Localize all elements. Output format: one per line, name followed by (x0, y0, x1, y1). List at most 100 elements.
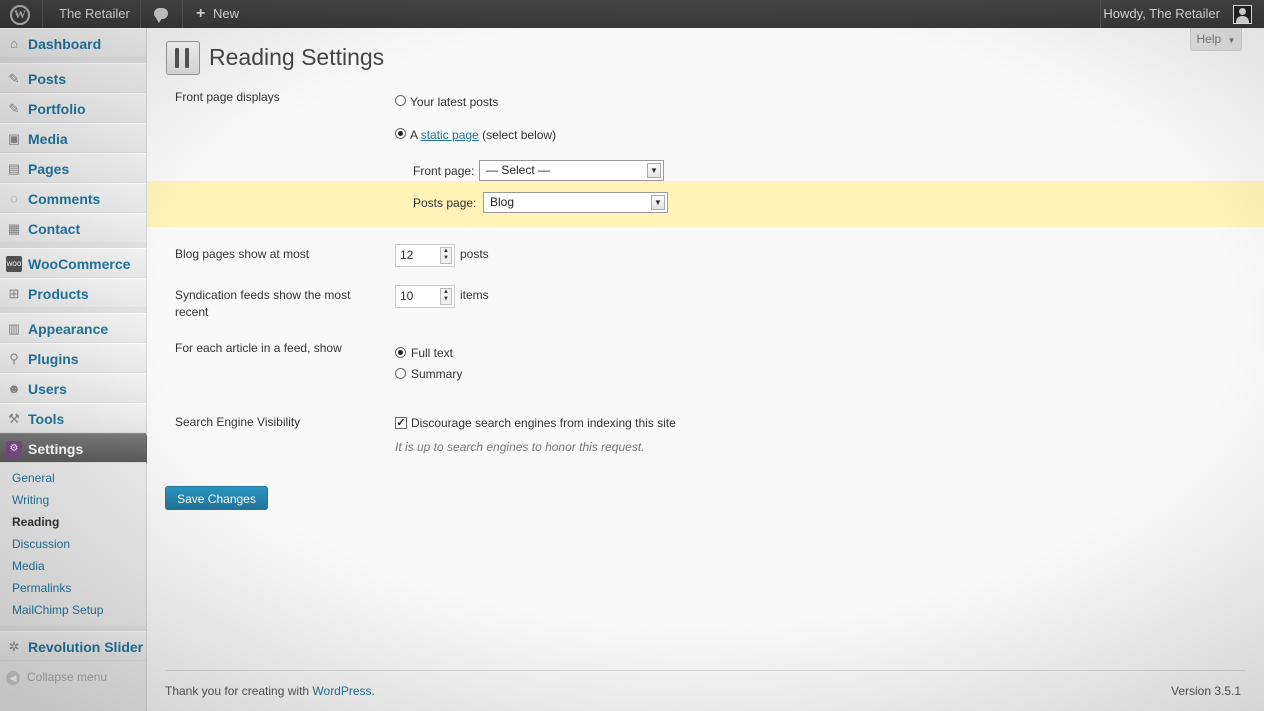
posts-page-select-value: Blog (490, 195, 515, 209)
sidebar-item-appearance[interactable]: ▥ Appearance (0, 313, 146, 343)
sidebar-item-label: Dashboard (28, 36, 102, 52)
new-content-button[interactable]: + New (196, 0, 239, 28)
sidebar-item-products[interactable]: ⊞ Products (0, 278, 146, 308)
submenu-item-mailchimp-setup[interactable]: MailChimp Setup (12, 603, 103, 617)
wordpress-logo-icon[interactable]: W (10, 0, 32, 28)
sidebar-item-label: Portfolio (28, 101, 86, 117)
footer-prefix: Thank you for creating with (165, 684, 313, 698)
home-icon: ⌂ (10, 36, 18, 51)
sidebar-item-label: WooCommerce (28, 256, 131, 272)
syndication-value: 10 (400, 289, 414, 303)
syndication-input[interactable]: 10 ▲ ▼ (395, 285, 455, 308)
admin-bar-divider (182, 0, 183, 28)
sidebar-item-label: Products (28, 286, 89, 302)
full-text-label: Full text (411, 346, 454, 360)
syndication-unit: items (460, 288, 489, 302)
collapse-menu-button[interactable]: ◀ Collapse menu (6, 670, 107, 685)
admin-bar-divider (42, 0, 43, 28)
sidebar-item-portfolio[interactable]: ✎ Portfolio (0, 93, 146, 123)
sidebar-item-posts[interactable]: ✎ Posts (0, 63, 146, 93)
sidebar-item-label: Settings (28, 441, 84, 457)
submenu-item-reading[interactable]: Reading (12, 515, 59, 529)
syndication-label: Syndication feeds show the most recent (175, 288, 351, 319)
sidebar-item-users[interactable]: ☻ Users (0, 373, 146, 403)
feed-article-label: For each article in a feed, show (175, 341, 342, 355)
sidebar-item-label: Users (28, 381, 67, 397)
search-visibility-hint: It is up to search engines to honor this… (395, 440, 645, 454)
sidebar-item-pages[interactable]: ▤ Pages (0, 153, 146, 183)
site-name-link[interactable]: The Retailer (59, 0, 130, 28)
sidebar-item-dashboard[interactable]: ⌂ Dashboard (0, 28, 146, 58)
contact-icon: ▦ (7, 221, 21, 236)
save-changes-button[interactable]: Save Changes (165, 486, 268, 510)
discourage-search-checkbox[interactable]: ✓ (395, 417, 407, 429)
admin-sidebar: ⌂ Dashboard ✎ Posts ✎ Portfolio ▣ Media … (0, 28, 154, 711)
admin-bar-divider (1100, 0, 1101, 28)
sidebar-item-woocommerce[interactable]: woo WooCommerce (0, 248, 146, 278)
sidebar-item-plugins[interactable]: ⚲ Plugins (0, 343, 146, 373)
sidebar-item-comments[interactable]: ◌ Comments (0, 183, 146, 213)
sidebar-item-label: Tools (28, 411, 65, 427)
sidebar-item-label: Posts (28, 71, 67, 87)
tools-icon: ⚒ (8, 411, 20, 426)
spinner-icon[interactable]: ▲ ▼ (440, 288, 452, 305)
sidebar-item-label: Comments (28, 191, 101, 207)
submenu-item-permalinks[interactable]: Permalinks (12, 581, 71, 595)
submenu-item-media[interactable]: Media (12, 559, 45, 573)
settings-page-icon (166, 41, 200, 75)
main-content: Help ▼ Reading Settings Front page displ… (147, 28, 1264, 711)
help-label: Help (1196, 32, 1222, 46)
media-icon: ▣ (7, 131, 21, 146)
sidebar-item-settings[interactable]: ⚙ Settings (0, 433, 154, 464)
collapse-arrow-icon: ◀ (6, 670, 20, 685)
submenu-item-discussion[interactable]: Discussion (12, 537, 70, 551)
posts-page-highlight (147, 181, 1264, 227)
footer-suffix: . (371, 684, 375, 698)
pin-icon: ✎ (8, 71, 20, 86)
latest-posts-radio[interactable] (395, 95, 406, 106)
static-page-prefix: A (410, 128, 421, 142)
collapse-menu-label: Collapse menu (27, 670, 108, 684)
sidebar-item-media[interactable]: ▣ Media (0, 123, 146, 153)
settings-icon: ⚙ (6, 441, 22, 457)
posts-page-select[interactable]: Blog ▼ (483, 192, 668, 213)
front-page-select[interactable]: — Select — ▼ (479, 160, 664, 181)
wordpress-link[interactable]: WordPress (312, 684, 371, 698)
comment-icon: ◌ (10, 191, 18, 206)
admin-bar-divider (140, 0, 141, 28)
help-tab[interactable]: Help ▼ (1190, 28, 1242, 51)
submenu-item-writing[interactable]: Writing (12, 493, 49, 507)
new-label: New (212, 6, 239, 21)
front-page-select-value: — Select — (486, 163, 551, 177)
full-text-radio[interactable] (395, 347, 406, 358)
sidebar-item-label: Plugins (28, 351, 79, 367)
cart-icon: ⊞ (8, 286, 20, 301)
static-page-option: A static page (select below) (410, 128, 556, 142)
summary-radio[interactable] (395, 368, 406, 379)
posts-page-select-label: Posts page: (413, 196, 477, 210)
sidebar-item-label: Contact (28, 221, 81, 237)
static-page-suffix: (select below) (478, 128, 557, 142)
gear-icon: ✲ (8, 639, 20, 654)
sidebar-item-label: Revolution Slider (28, 639, 144, 655)
static-page-radio[interactable] (395, 128, 406, 139)
users-icon: ☻ (7, 381, 21, 396)
spinner-icon[interactable]: ▲ ▼ (440, 247, 452, 264)
blog-pages-input[interactable]: 12 ▲ ▼ (395, 244, 455, 267)
sidebar-item-tools[interactable]: ⚒ Tools (0, 403, 146, 433)
static-page-link[interactable]: static page (421, 128, 479, 142)
avatar[interactable] (1233, 5, 1252, 24)
pin-icon: ✎ (8, 101, 20, 116)
sidebar-item-label: Appearance (28, 321, 109, 337)
sidebar-item-contact[interactable]: ▦ Contact (0, 213, 146, 243)
woo-icon: woo (6, 256, 22, 272)
sidebar-item-revolution-slider[interactable]: ✲ Revolution Slider (0, 631, 146, 661)
submenu-item-general[interactable]: General (12, 471, 55, 485)
chevron-down-icon: ▼ (651, 195, 665, 210)
version-text: Version 3.5.1 (1171, 684, 1242, 698)
plus-icon: + (196, 5, 206, 22)
page-title: Reading Settings (209, 44, 385, 70)
pages-icon: ▤ (7, 161, 21, 176)
sidebar-item-label: Pages (28, 161, 70, 177)
comment-bubble-icon[interactable] (154, 0, 170, 28)
